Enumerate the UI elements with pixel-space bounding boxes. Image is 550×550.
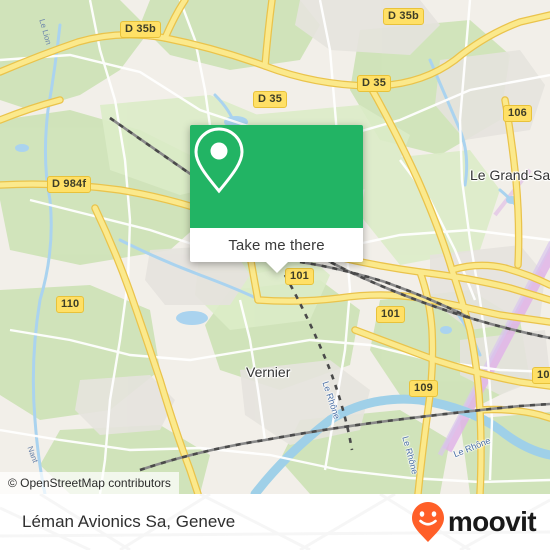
shield-d984f: D 984f: [47, 176, 92, 193]
shield-106: 106: [503, 105, 532, 122]
shield-d35-right: D 35: [357, 75, 392, 92]
location-popup-card[interactable]: Take me there: [190, 125, 363, 273]
popup-header: [190, 125, 363, 228]
shield-109: 109: [409, 380, 438, 397]
shield-d35-center: D 35: [253, 91, 288, 108]
map-pin-icon: [194, 127, 244, 194]
shield-d35b-top: D 35b: [120, 21, 161, 38]
location-title: Léman Avionics Sa, Geneve: [22, 512, 236, 531]
bottom-bar: Léman Avionics Sa, Geneve moovit: [0, 494, 550, 550]
shield-101-upper: 101: [285, 268, 314, 285]
popup-action-row[interactable]: Take me there: [190, 228, 363, 262]
shield-101-lower: 101: [376, 306, 405, 323]
le-grand-saconnex-label: Le Grand-Sa: [470, 167, 550, 183]
moovit-wordmark: moovit: [447, 506, 537, 537]
screenshot-root: D 35b D 35b D 35 D 35 106 D 984f 110 101…: [0, 0, 550, 550]
vernier-label: Vernier: [246, 364, 291, 380]
take-me-there-label: Take me there: [228, 236, 325, 254]
shield-10-edge: 10: [532, 367, 550, 384]
popup-tail-pointer: [265, 262, 288, 273]
map-canvas[interactable]: D 35b D 35b D 35 D 35 106 D 984f 110 101…: [0, 0, 550, 494]
osm-attribution[interactable]: © OpenStreetMap contributors: [0, 472, 179, 494]
moovit-smiley-pin-icon: [411, 502, 444, 542]
shield-d35b-right: D 35b: [383, 8, 424, 25]
shield-110: 110: [56, 296, 85, 313]
moovit-logo[interactable]: moovit: [410, 500, 537, 544]
